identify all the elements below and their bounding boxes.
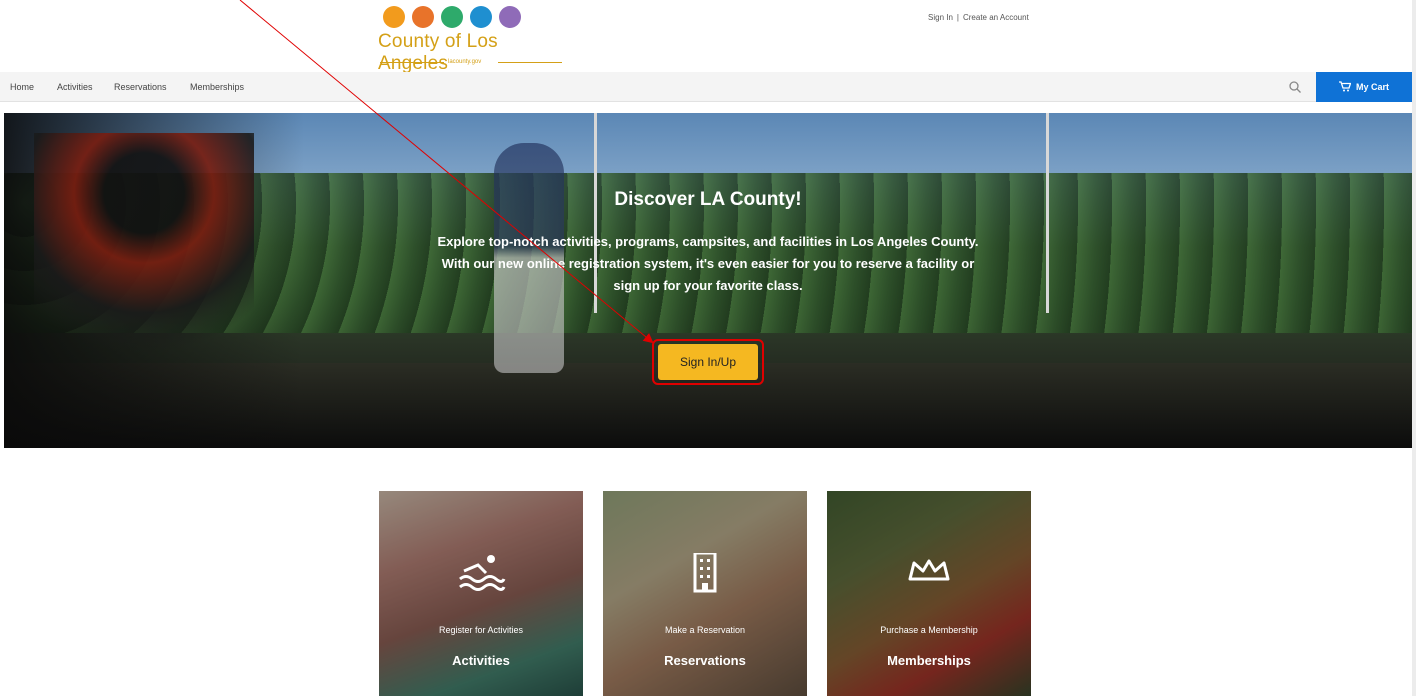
mountain-icon [441,6,463,28]
logo-subtext: lacounty.gov [448,59,482,65]
logo-divider [498,62,562,63]
hero-title: Discover LA County! [614,189,802,210]
beach-icon [412,6,434,28]
card-subtitle: Make a Reservation [664,625,746,635]
hero-description: Explore top-notch activities, programs, … [4,231,1412,297]
logo-divider [380,62,444,63]
sun-icon [383,6,405,28]
hero-line: Explore top-notch activities, programs, … [437,234,979,249]
create-account-link[interactable]: Create an Account [963,13,1029,22]
card-subtitle: Register for Activities [438,625,524,635]
card-subtitle: Purchase a Membership [880,625,978,635]
hero-line: sign up for your favorite class. [613,278,803,293]
page-scrollbar[interactable] [1412,0,1416,696]
card-title: Memberships [887,653,971,668]
activities-card[interactable]: Register for Activities Activities [379,491,583,696]
nav-home[interactable]: Home [10,82,34,92]
crown-icon [904,553,954,593]
swimmer-icon [456,553,506,593]
wave-icon [470,6,492,28]
sign-in-up-button[interactable]: Sign In/Up [658,344,758,380]
logo-icons [383,6,568,28]
link-separator: | [956,13,959,22]
building-icon [680,551,730,593]
cart-label: My Cart [1355,82,1389,92]
card-title: Activities [452,653,510,668]
hero-line: With our new online registration system,… [441,256,975,271]
account-links: Sign In | Create an Account [928,13,1029,22]
logo-text: County of Los Angeles [378,31,498,74]
card-title: Reservations [664,653,746,668]
nav-activities[interactable]: Activities [57,82,93,92]
site-header: County of Los Angeles lacounty.gov Sign … [0,0,1416,74]
main-nav: Home Activities Reservations Memberships [0,72,1412,102]
nav-memberships[interactable]: Memberships [190,82,244,92]
memberships-card[interactable]: Purchase a Membership Memberships [827,491,1031,696]
hero-banner: Discover LA County! Explore top-notch ac… [4,113,1412,448]
cart-icon [1338,80,1352,94]
search-icon[interactable] [1288,80,1302,94]
nav-reservations[interactable]: Reservations [114,82,167,92]
reservations-card[interactable]: Make a Reservation Reservations [603,491,807,696]
county-logo[interactable]: County of Los Angeles lacounty.gov [378,6,568,74]
my-cart-button[interactable]: My Cart [1316,72,1412,102]
tree-icon [499,6,521,28]
sign-in-link[interactable]: Sign In [928,13,953,22]
